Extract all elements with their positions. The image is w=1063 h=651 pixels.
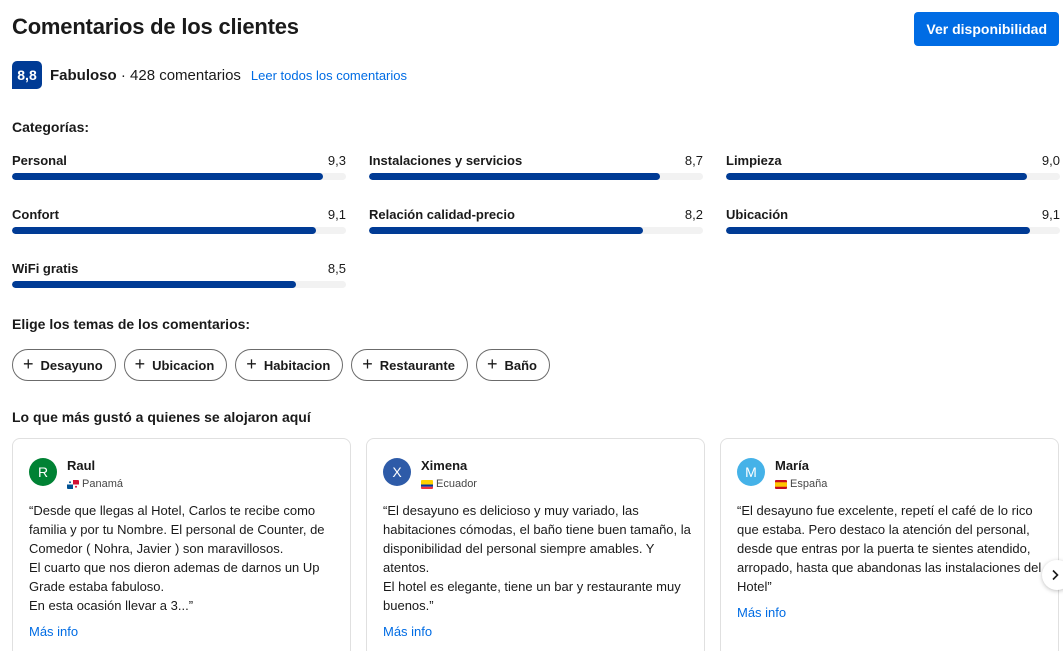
- spain-flag-icon: [775, 479, 787, 489]
- category-label: Confort: [12, 207, 59, 222]
- more-info-link[interactable]: Más info: [29, 624, 78, 639]
- review-card: M María España “El desayuno fue excelent…: [720, 438, 1059, 651]
- rating-word: Fabuloso: [50, 66, 117, 84]
- category-label: Limpieza: [726, 153, 782, 168]
- reviews-header: Comentarios de los clientes Ver disponib…: [12, 12, 1059, 46]
- highlights-title: Lo que más gustó a quienes se alojaron a…: [12, 409, 311, 425]
- category-score: 8,2: [684, 207, 703, 222]
- category-bar-track: [12, 281, 346, 288]
- avatar: X: [383, 458, 411, 486]
- review-text: “El desayuno es delicioso y muy variado,…: [383, 503, 691, 613]
- topic-chips: + Desayuno + Ubicacion + Habitacion + Restau…: [12, 349, 550, 381]
- country-label: Panamá: [82, 478, 123, 490]
- panama-flag-icon: [67, 479, 79, 489]
- category-bar-track: [726, 227, 1060, 234]
- page-title: Comentarios de los clientes: [12, 14, 299, 39]
- plus-icon: +: [246, 354, 257, 374]
- see-availability-button[interactable]: Ver disponibilidad: [914, 12, 1059, 46]
- topic-chip-bano[interactable]: + Baño: [475, 349, 550, 381]
- score-description: Fabuloso · 428 comentarios: [50, 67, 241, 84]
- score-summary: 8,8 Fabuloso · 428 comentarios Leer todo…: [12, 61, 407, 89]
- reviewer-country: Ecuador: [421, 478, 477, 490]
- avatar: R: [29, 458, 57, 486]
- plus-icon: +: [486, 354, 498, 374]
- reviewer-country: España: [775, 478, 827, 490]
- category-bar-fill: [12, 281, 296, 288]
- chip-label: Restaurante: [379, 357, 455, 373]
- review-text: “Desde que llegas al Hotel, Carlos te re…: [29, 503, 325, 613]
- category-bar-fill: [12, 227, 316, 234]
- reviewer-name: Raul: [67, 458, 96, 473]
- category-score: 9,1: [1041, 207, 1060, 222]
- categories-title: Categorías:: [12, 119, 90, 135]
- score-separator: ·: [116, 66, 131, 84]
- category-wifi: WiFi gratis 8,5: [12, 261, 346, 291]
- category-score: 9,1: [327, 207, 346, 222]
- review-count: 428 comentarios: [130, 66, 241, 84]
- avatar: M: [737, 458, 765, 486]
- category-score: 8,7: [684, 153, 703, 168]
- reviewer-name: María: [775, 458, 809, 473]
- plus-icon: +: [362, 354, 373, 374]
- plus-icon: +: [23, 354, 34, 374]
- topic-chip-desayuno[interactable]: + Desayuno: [12, 349, 116, 381]
- category-score: 8,5: [327, 261, 346, 276]
- chip-label: Desayuno: [40, 357, 103, 373]
- review-text: “El desayuno fue excelente, repetí el ca…: [737, 503, 1042, 594]
- topic-chip-restaurante[interactable]: + Restaurante: [351, 349, 468, 381]
- category-bar-track: [12, 227, 346, 234]
- more-info-link[interactable]: Más info: [383, 624, 432, 639]
- category-bar-track: [369, 227, 703, 234]
- category-location: Ubicación 9,1: [726, 207, 1060, 237]
- category-bar-track: [726, 173, 1060, 180]
- category-bar-fill: [369, 227, 643, 234]
- topics-title: Elige los temas de los comentarios:: [12, 316, 251, 332]
- category-bar-fill: [726, 227, 1030, 234]
- more-info-link[interactable]: Más info: [737, 605, 786, 620]
- category-value-for-money: Relación calidad-precio 8,2: [369, 207, 703, 237]
- category-bar-track: [12, 173, 346, 180]
- category-label: WiFi gratis: [12, 261, 79, 276]
- reviewer-country: Panamá: [67, 478, 123, 490]
- category-score: 9,3: [327, 153, 346, 168]
- read-all-reviews-link[interactable]: Leer todos los comentarios: [251, 68, 407, 83]
- chip-label: Baño: [504, 357, 537, 373]
- category-personal: Personal 9,3: [12, 153, 346, 183]
- category-comfort: Confort 9,1: [12, 207, 346, 237]
- country-label: España: [790, 478, 828, 490]
- score-badge: 8,8: [12, 61, 42, 89]
- category-bar-fill: [12, 173, 323, 180]
- chevron-right-icon: [1052, 569, 1059, 581]
- topic-chip-ubicacion[interactable]: + Ubicacion: [123, 349, 228, 381]
- ecuador-flag-icon: [421, 479, 433, 489]
- review-card: R Raul Panamá “Desde que llegas al Hotel…: [12, 438, 351, 651]
- category-bar-fill: [369, 173, 660, 180]
- category-label: Personal: [12, 153, 67, 168]
- category-cleanliness: Limpieza 9,0: [726, 153, 1060, 183]
- category-facilities: Instalaciones y servicios 8,7: [369, 153, 703, 183]
- category-bar-track: [369, 173, 703, 180]
- category-bar-fill: [726, 173, 1027, 180]
- category-label: Instalaciones y servicios: [369, 153, 523, 168]
- category-score: 9,0: [1041, 153, 1060, 168]
- review-card: X Ximena Ecuador “El desayuno es delicio…: [366, 438, 705, 651]
- category-label: Relación calidad-precio: [369, 207, 515, 222]
- chip-label: Habitacion: [263, 357, 331, 373]
- reviewer-name: Ximena: [421, 458, 468, 473]
- plus-icon: +: [134, 354, 146, 374]
- category-label: Ubicación: [726, 207, 789, 222]
- country-label: Ecuador: [436, 478, 477, 490]
- chip-label: Ubicacion: [152, 357, 215, 373]
- topic-chip-habitacion[interactable]: + Habitacion: [235, 349, 344, 381]
